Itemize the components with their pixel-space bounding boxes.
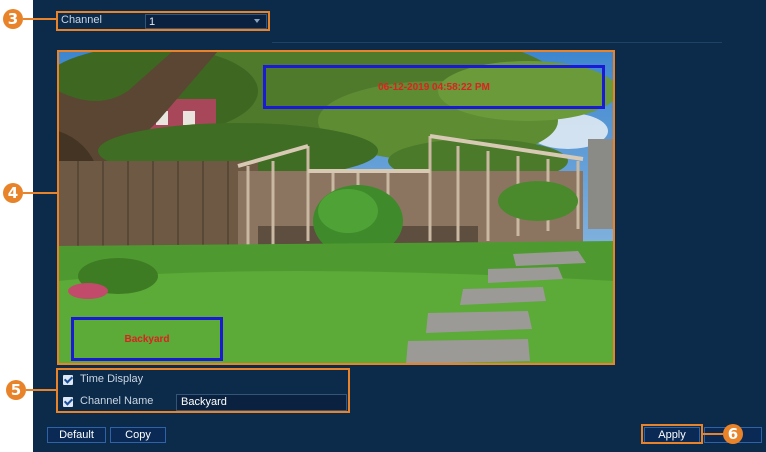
- callout-4-box: [57, 50, 615, 365]
- channel-name-input[interactable]: Backyard: [176, 394, 347, 411]
- channel-name-checkbox[interactable]: [63, 397, 73, 407]
- separator-line: [272, 42, 722, 43]
- callout-5-line: [26, 389, 56, 391]
- callout-6-line: [703, 433, 723, 435]
- channel-label: Channel: [61, 14, 102, 26]
- callout-4: 4: [3, 183, 23, 203]
- callout-6-box: [641, 424, 703, 444]
- callout-5: 5: [6, 380, 26, 400]
- channel-select-value: 1: [149, 16, 156, 28]
- callout-4-line: [23, 192, 58, 194]
- copy-button[interactable]: Copy: [110, 427, 166, 443]
- default-button[interactable]: Default: [47, 427, 106, 443]
- time-display-label: Time Display: [80, 373, 144, 385]
- channel-name-label: Channel Name: [80, 395, 154, 407]
- callout-6: 6: [723, 424, 743, 444]
- callout-3-line: [23, 18, 56, 20]
- callout-3: 3: [3, 9, 23, 29]
- time-display-checkbox[interactable]: [63, 375, 73, 385]
- chevron-down-icon: [254, 19, 260, 23]
- channel-select[interactable]: 1: [145, 14, 267, 29]
